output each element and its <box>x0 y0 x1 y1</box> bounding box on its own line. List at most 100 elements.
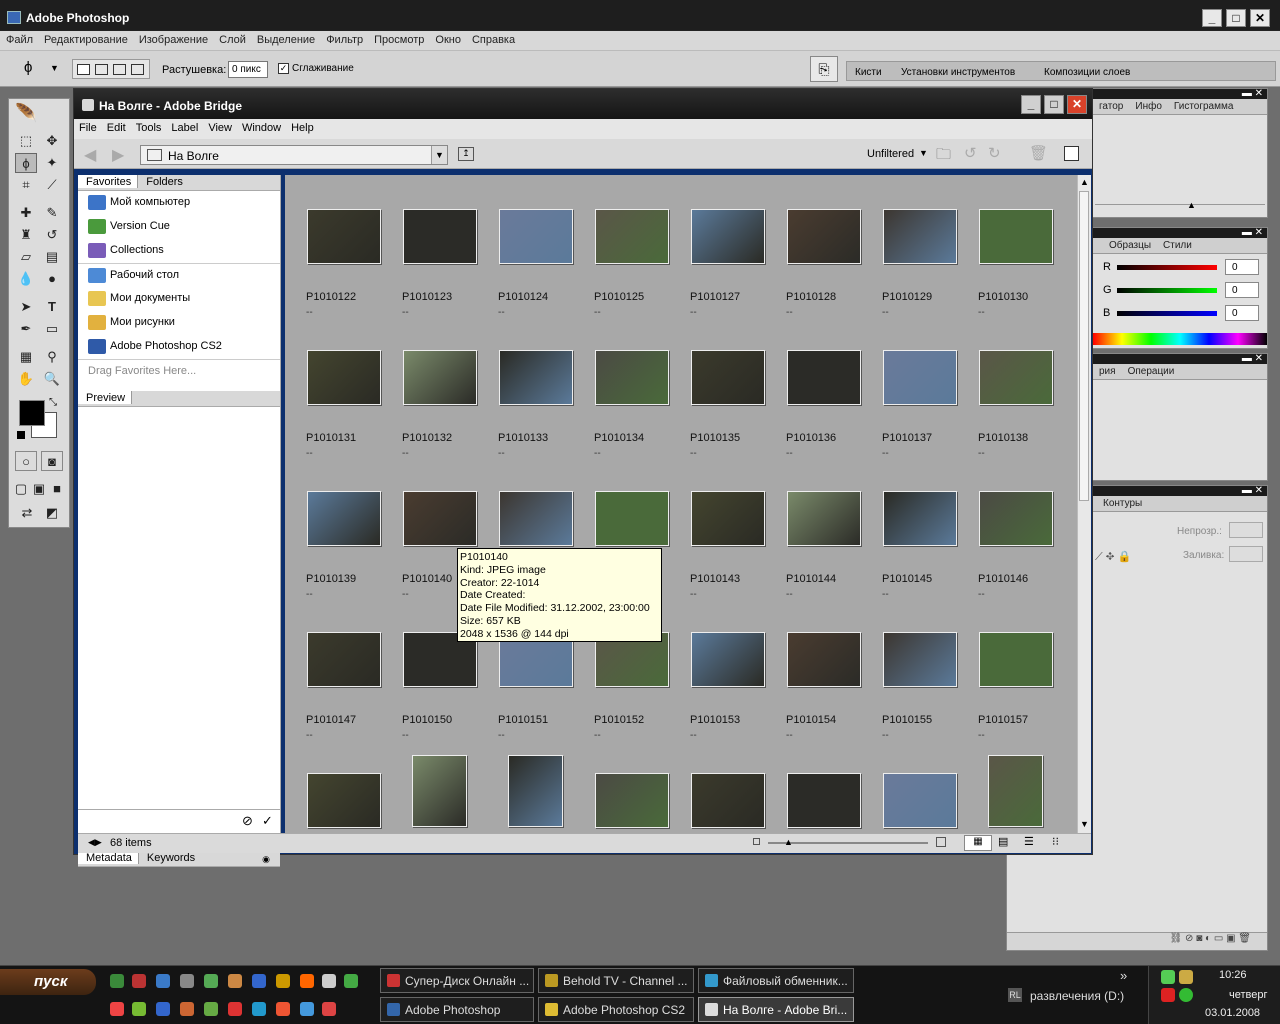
br-menu-file[interactable]: File <box>74 122 102 134</box>
bridge-minimize-button[interactable]: _ <box>1021 95 1041 114</box>
br-menu-label[interactable]: Label <box>166 122 203 134</box>
scroll-up-icon[interactable]: ▲ <box>1080 177 1089 187</box>
dodge-tool-icon[interactable]: ● <box>41 269 63 289</box>
favorite-collections[interactable]: Collections <box>78 239 280 263</box>
favorite-my-computer[interactable]: Мой компьютер <box>78 191 280 215</box>
zoom-tool-icon[interactable]: 🔍 <box>41 369 63 389</box>
quicklaunch-icon[interactable] <box>156 974 170 988</box>
thumbnail-item[interactable] <box>306 773 402 833</box>
chevron-down-icon[interactable]: ▼ <box>919 148 928 158</box>
thumbnail-item[interactable]: P1010151 -- <box>498 632 594 773</box>
history-brush-tool-icon[interactable]: ↺ <box>41 225 63 245</box>
new-folder-icon[interactable]: 🗀 <box>936 144 951 169</box>
thumbnail-item[interactable]: P1010146 -- <box>978 491 1074 632</box>
thumbnail-image[interactable] <box>883 209 957 264</box>
versions-view-icon[interactable]: ⁝⁝ <box>1052 835 1059 848</box>
thumbnail-item[interactable] <box>690 773 786 833</box>
tab-actions[interactable]: Операции <box>1122 364 1181 377</box>
quicklaunch-icon[interactable] <box>228 974 242 988</box>
quicklaunch-icon[interactable] <box>252 1002 266 1016</box>
menu-help[interactable]: Справка <box>466 31 520 46</box>
thumbnail-image[interactable] <box>691 350 765 405</box>
thumbnail-item[interactable] <box>594 773 690 833</box>
menu-filter[interactable]: Фильтр <box>320 31 368 46</box>
tab-histogram[interactable]: Гистограмма <box>1168 99 1240 112</box>
magic-wand-tool-icon[interactable]: ✦ <box>41 153 63 173</box>
thumbnail-image[interactable] <box>787 491 861 546</box>
favorite-desktop[interactable]: Рабочий стол <box>78 263 280 287</box>
tab-preview[interactable]: Preview <box>78 391 133 404</box>
feather-logo-icon[interactable]: 🪶 <box>15 103 65 123</box>
lock-icons[interactable]: ⟋ ✥ 🔒 <box>1095 550 1131 564</box>
pen-tool-icon[interactable]: ✒ <box>15 319 37 339</box>
blur-tool-icon[interactable]: 💧 <box>15 269 37 289</box>
toggle-panels-icon[interactable]: ◀▶ <box>88 837 102 848</box>
menu-select[interactable]: Выделение <box>251 31 320 46</box>
eraser-tool-icon[interactable]: ▱ <box>15 247 37 267</box>
bridge-close-button[interactable]: ✕ <box>1067 95 1087 114</box>
menu-edit[interactable]: Редактирование <box>38 31 133 46</box>
go-to-bridge-icon[interactable]: ◩ <box>41 503 63 523</box>
chevron-down-icon[interactable]: ▼ <box>50 63 59 73</box>
fill-input[interactable] <box>1229 546 1263 562</box>
favorite-photoshop-cs2[interactable]: Adobe Photoshop CS2 <box>78 335 280 359</box>
thumbnail-image[interactable] <box>307 350 381 405</box>
thumbnail-image[interactable] <box>307 773 381 828</box>
add-selection-icon[interactable] <box>95 64 108 75</box>
tab-folders[interactable]: Folders <box>138 175 189 188</box>
palette-close-icon[interactable]: ▬ ✕ <box>1242 228 1263 238</box>
slice-tool-icon[interactable]: ⟋ <box>41 175 63 195</box>
jump-to-imageready-icon[interactable]: ⇄ <box>15 503 39 523</box>
quicklaunch-icon[interactable] <box>180 974 194 988</box>
thumbnail-item[interactable]: P1010124 -- <box>498 209 594 350</box>
rotate-right-icon[interactable]: ↻ <box>988 144 1001 162</box>
thumbnail-item[interactable]: P1010135 -- <box>690 350 786 491</box>
screen-mode-full-menu-icon[interactable]: ▣ <box>31 479 47 499</box>
bridge-maximize-button[interactable]: □ <box>1044 95 1064 114</box>
details-view-icon[interactable]: ☰ <box>1024 835 1034 848</box>
thumbnail-item[interactable]: P1010134 -- <box>594 350 690 491</box>
ps-minimize-button[interactable]: _ <box>1202 9 1222 27</box>
thumbnail-image[interactable] <box>979 350 1053 405</box>
thumbnail-image[interactable] <box>883 773 957 828</box>
quicklaunch-icon[interactable] <box>132 1002 146 1016</box>
favorite-version-cue[interactable]: Version Cue <box>78 215 280 239</box>
thumbnail-image[interactable] <box>979 491 1053 546</box>
antivirus-tray-icon[interactable] <box>1161 988 1175 1002</box>
thumbnail-item[interactable]: P1010122 -- <box>306 209 402 350</box>
thumbnail-item[interactable]: P1010155 -- <box>882 632 978 773</box>
cancel-icon[interactable]: ⊘ <box>242 813 253 829</box>
quick-mask-mode-icon[interactable]: ◙ <box>41 451 63 471</box>
br-menu-window[interactable]: Window <box>237 122 286 134</box>
expand-chevron-icon[interactable]: » <box>1120 968 1127 983</box>
screen-mode-standard-icon[interactable]: ▢ <box>13 479 29 499</box>
eyedropper-tool-icon[interactable]: ⚲ <box>41 347 63 367</box>
thumbnail-item[interactable]: P1010139 -- <box>306 491 402 632</box>
tab-navigator[interactable]: гатор <box>1093 99 1129 112</box>
thumbnail-item[interactable]: P1010127 -- <box>690 209 786 350</box>
thumbnail-image[interactable] <box>595 350 669 405</box>
quicklaunch-icon[interactable] <box>252 974 266 988</box>
task-adobe-photoshop[interactable]: Adobe Photoshop <box>380 997 534 1022</box>
quicklaunch-icon[interactable] <box>156 1002 170 1016</box>
thumbnails-view-icon[interactable]: ▦ <box>964 835 992 851</box>
crop-tool-icon[interactable]: ⌗ <box>15 175 37 195</box>
thumbnail-image[interactable] <box>595 773 669 828</box>
thumbnail-image[interactable] <box>787 632 861 687</box>
quicklaunch-icon[interactable] <box>180 1002 194 1016</box>
thumbnail-item[interactable]: P1010128 -- <box>786 209 882 350</box>
thumbnail-item[interactable] <box>978 755 1074 833</box>
thumbnail-image[interactable] <box>499 209 573 264</box>
thumbnail-item[interactable]: P1010131 -- <box>306 350 402 491</box>
thumbnail-image[interactable] <box>883 491 957 546</box>
thumbnail-item[interactable] <box>786 773 882 833</box>
thumbnail-image[interactable] <box>403 209 477 264</box>
quicklaunch-icon[interactable] <box>300 974 314 988</box>
thumbnail-size-slider[interactable]: ▲ <box>768 837 928 847</box>
well-tab-brushes[interactable]: Кисти <box>855 67 882 78</box>
tab-history[interactable]: рия <box>1093 364 1122 377</box>
task-super-disk[interactable]: Супер-Диск Онлайн ... <box>380 968 534 993</box>
ps-close-button[interactable]: ✕ <box>1250 9 1270 27</box>
thumbnail-item[interactable]: P1010154 -- <box>786 632 882 773</box>
thumbnail-item[interactable] <box>402 755 498 833</box>
